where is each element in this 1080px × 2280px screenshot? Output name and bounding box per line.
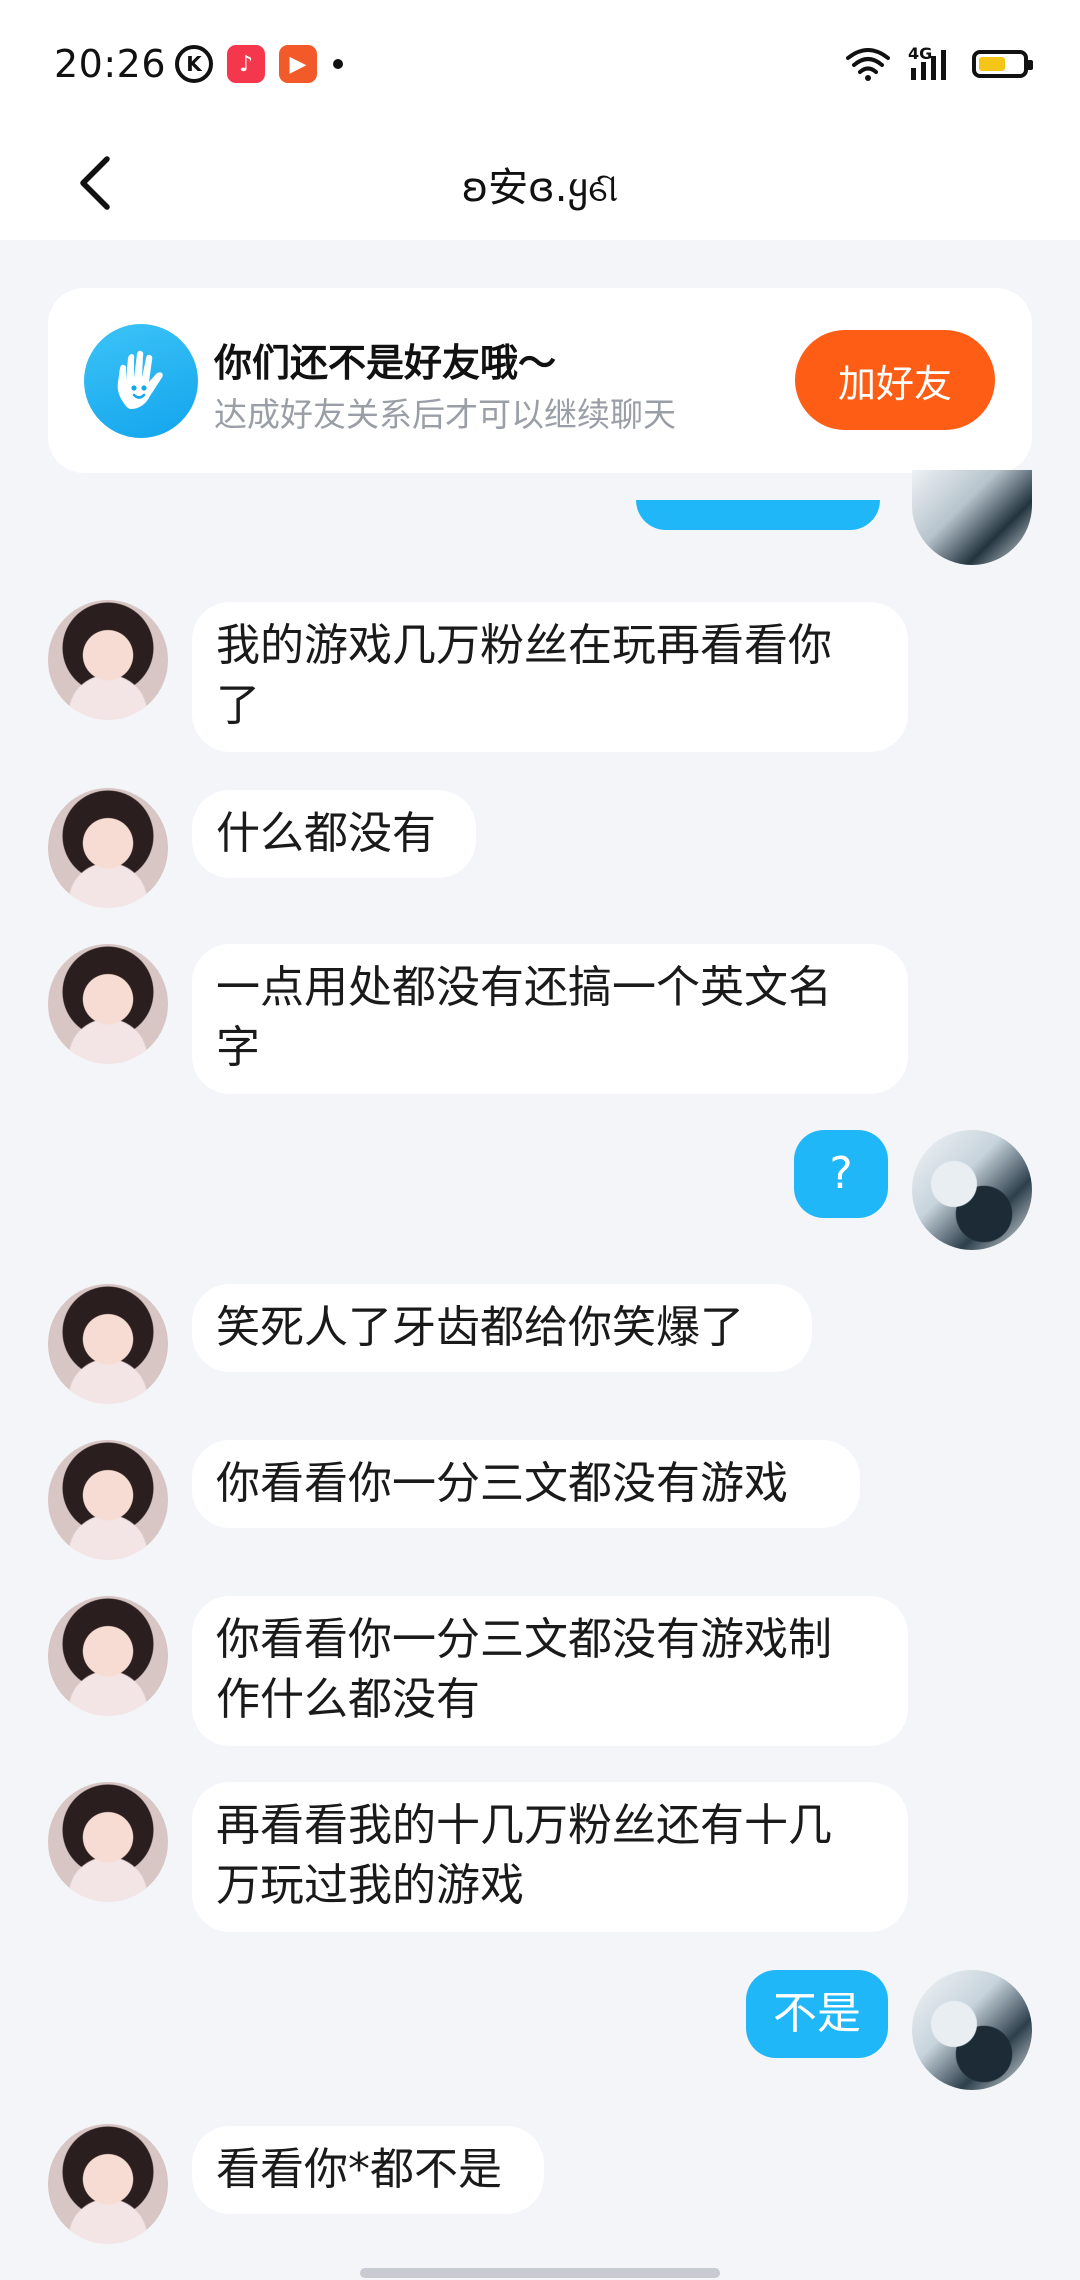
add-friend-button[interactable]: 加好友 xyxy=(795,330,995,430)
peer-avatar[interactable] xyxy=(48,2124,168,2244)
self-message-bubble[interactable]: 不是 xyxy=(746,1970,888,2058)
system-icons: 4G xyxy=(846,44,1033,84)
video-app-icon: ▶ xyxy=(279,45,317,83)
peer-avatar[interactable] xyxy=(48,944,168,1064)
cellular-signal-icon: 4G xyxy=(908,44,954,82)
status-time: 20:26 xyxy=(54,42,167,86)
banner-subtitle: 达成好友关系后才可以继续聊天 xyxy=(214,395,676,434)
more-notifications-dot-icon xyxy=(333,59,343,69)
peer-avatar[interactable] xyxy=(48,1596,168,1716)
banner-title: 你们还不是好友哦～ xyxy=(214,341,557,385)
peer-message-bubble[interactable]: 笑死人了牙齿都给你笑爆了 xyxy=(192,1284,812,1372)
self-avatar[interactable] xyxy=(912,1130,1032,1250)
peer-avatar[interactable] xyxy=(48,600,168,720)
peer-message-bubble[interactable]: 看看你*都不是 xyxy=(192,2126,544,2214)
music-app-icon: ♪ xyxy=(227,45,265,83)
battery-icon xyxy=(972,50,1033,78)
peer-message-bubble[interactable]: 我的游戏几万粉丝在玩再看看你 了 xyxy=(192,602,908,752)
peer-avatar[interactable] xyxy=(48,1782,168,1902)
peer-avatar[interactable] xyxy=(48,1440,168,1560)
peer-avatar[interactable] xyxy=(48,788,168,908)
wave-hand-icon xyxy=(84,324,198,438)
status-bar: 20:26 K ♪ ▶ 4G xyxy=(0,0,1080,125)
self-avatar[interactable] xyxy=(912,470,1032,565)
notification-icons: K ♪ ▶ xyxy=(175,44,343,84)
battery-level xyxy=(979,57,1006,71)
wifi-icon xyxy=(846,48,890,81)
self-message-bubble[interactable]: ? xyxy=(794,1130,888,1218)
peer-message-bubble[interactable]: 你看看你一分三文都没有游戏制 作什么都没有 xyxy=(192,1596,908,1746)
peer-message-bubble[interactable]: 再看看我的十几万粉丝还有十几 万玩过我的游戏 xyxy=(192,1782,908,1932)
peer-message-bubble[interactable]: 一点用处都没有还搞一个英文名 字 xyxy=(192,944,908,1094)
self-avatar[interactable] xyxy=(912,1970,1032,2090)
chat-header: ʚ安ɞ.ყଣ xyxy=(0,125,1080,240)
k-app-icon: K xyxy=(175,45,213,83)
partial-self-bubble[interactable] xyxy=(636,500,880,530)
home-indicator[interactable] xyxy=(360,2268,720,2278)
peer-avatar[interactable] xyxy=(48,1284,168,1404)
peer-message-bubble[interactable]: 什么都没有 xyxy=(192,790,476,878)
peer-message-bubble[interactable]: 你看看你一分三文都没有游戏 xyxy=(192,1440,860,1528)
chat-title: ʚ安ɞ.ყଣ xyxy=(461,165,619,211)
not-friends-banner: 你们还不是好友哦～ 达成好友关系后才可以继续聊天 加好友 xyxy=(48,288,1032,473)
